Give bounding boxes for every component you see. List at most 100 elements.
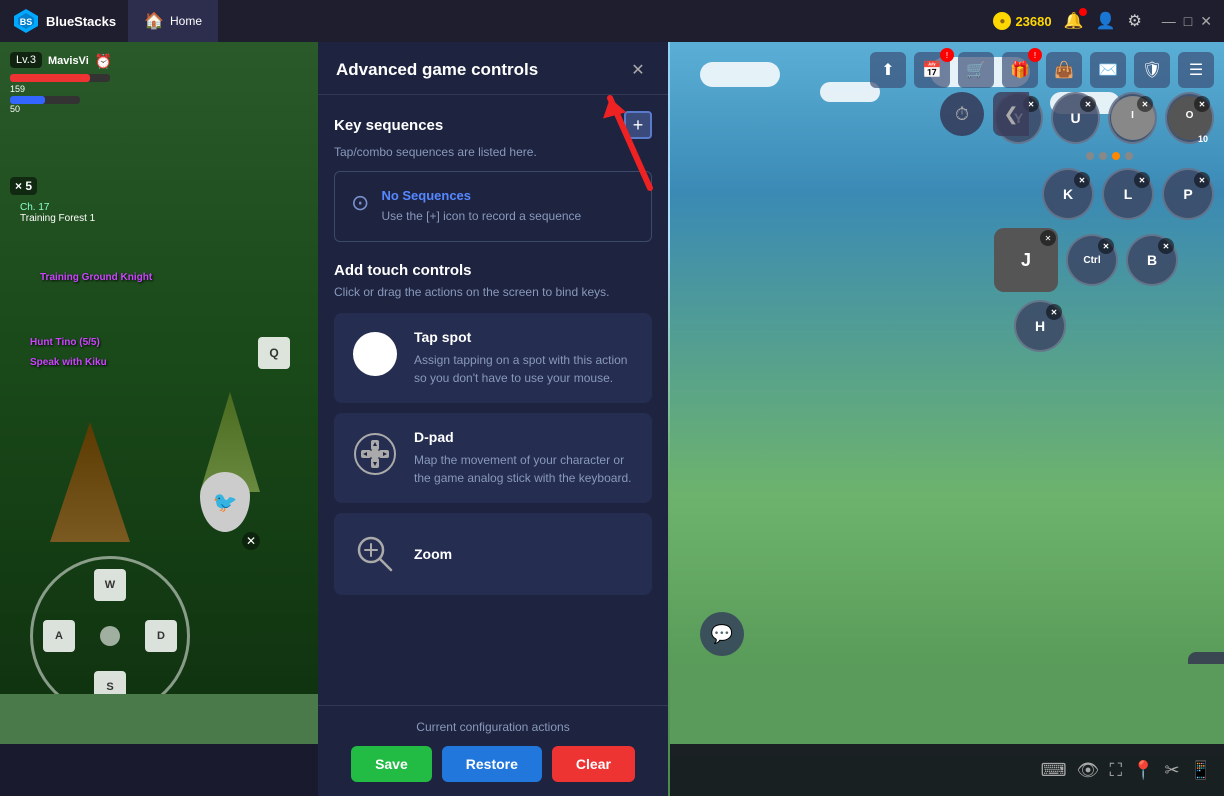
right-ground	[670, 664, 1224, 744]
gift-icon[interactable]: 🎁 !	[1002, 52, 1038, 88]
waypoint-icon[interactable]: ⬆	[870, 52, 906, 88]
shield-icon[interactable]: 🛡	[1134, 52, 1170, 88]
modal-title: Advanced game controls	[336, 60, 538, 80]
hp-value: 159	[10, 84, 112, 94]
b-key[interactable]: B ✕	[1126, 234, 1178, 286]
scissors-toolbar-icon[interactable]: ✂	[1164, 760, 1179, 781]
save-button[interactable]: Save	[351, 746, 432, 782]
tap-spot-icon	[350, 329, 400, 379]
minimize-btn[interactable]: —	[1162, 13, 1176, 29]
eye-toolbar-icon[interactable]: 👁	[1077, 760, 1100, 781]
a-key[interactable]: A	[43, 620, 75, 652]
j-key-close[interactable]: ✕	[1040, 230, 1056, 246]
dpad-name: D-pad	[414, 429, 636, 445]
dpad-control[interactable]: W A S D	[30, 556, 190, 716]
bell-notification-dot	[1079, 8, 1087, 16]
add-sequence-btn[interactable]: +	[624, 111, 652, 139]
window-controls: — □ ✕	[1162, 13, 1212, 30]
dpad-card[interactable]: D-pad Map the movement of your character…	[334, 413, 652, 503]
modal-footer: Current configuration actions Save Resto…	[318, 705, 668, 796]
o-key[interactable]: O ✕ 10	[1165, 92, 1214, 144]
zoom-icon	[350, 529, 400, 579]
chat-btn[interactable]: 💬	[700, 612, 744, 656]
top-bar: BS BlueStacks 🏠 Home ● 23680 🔔 👤 ⚙ — □ ✕	[0, 0, 1224, 42]
bag-icon[interactable]: 👜	[1046, 52, 1082, 88]
x-close-btn[interactable]: ✕	[242, 532, 260, 550]
modal-header: Advanced game controls ✕	[318, 42, 668, 95]
maximize-btn[interactable]: □	[1184, 13, 1192, 29]
dpad-center	[100, 626, 120, 646]
d-key[interactable]: D	[145, 620, 177, 652]
bird-character: 🐦	[200, 472, 250, 532]
mail-icon[interactable]: ✉️	[1090, 52, 1126, 88]
key-sequences-desc: Tap/combo sequences are listed here.	[334, 145, 652, 159]
npc1-label: Training Ground Knight	[40, 272, 152, 283]
ctrl-key[interactable]: Ctrl ✕	[1066, 234, 1118, 286]
j-label: J	[1021, 250, 1031, 271]
cart-icon[interactable]: 🛒	[958, 52, 994, 88]
footer-section-title: Current configuration actions	[336, 720, 650, 734]
k-key-close[interactable]: ✕	[1074, 172, 1090, 188]
expand-toolbar-icon[interactable]: ⛶	[1109, 760, 1122, 781]
restore-button[interactable]: Restore	[442, 746, 542, 782]
profile-icon[interactable]: 👤	[1096, 11, 1116, 31]
u-key-close[interactable]: ✕	[1080, 96, 1096, 112]
home-tab[interactable]: 🏠 Home	[128, 0, 218, 42]
key-row-2: K ✕ L ✕ P ✕	[994, 168, 1224, 220]
modal-close-btn[interactable]: ✕	[626, 58, 650, 82]
zoom-name: Zoom	[414, 546, 452, 562]
npc2-label: Hunt Tino (5/5)	[30, 337, 100, 348]
tap-spot-circle	[353, 332, 397, 376]
bell-icon[interactable]: 🔔	[1064, 11, 1084, 31]
b-key-close[interactable]: ✕	[1158, 238, 1174, 254]
key-row-4: H ✕	[994, 300, 1224, 352]
mp-value: 50	[10, 104, 112, 114]
k-key[interactable]: K ✕	[1042, 168, 1094, 220]
l-key-close[interactable]: ✕	[1134, 172, 1150, 188]
dpad-svg-icon	[353, 432, 397, 476]
q-key[interactable]: Q	[258, 337, 290, 369]
i-key[interactable]: I ✕	[1108, 92, 1157, 144]
location-toolbar-icon[interactable]: 📍	[1132, 760, 1154, 781]
key-sequences-header: Key sequences +	[334, 111, 652, 139]
bluestacks-logo-icon: BS	[12, 7, 40, 35]
key-sequences-title: Key sequences	[334, 117, 443, 134]
bottom-bar	[0, 744, 320, 796]
timer-btn[interactable]: ⏱	[940, 92, 984, 136]
i-key-close[interactable]: ✕	[1137, 96, 1153, 112]
j-key[interactable]: J ✕	[994, 228, 1058, 292]
zoom-card[interactable]: Zoom	[334, 513, 652, 595]
w-key[interactable]: W	[94, 569, 126, 601]
right-back-arrow[interactable]: ❮	[993, 92, 1029, 136]
location-info: Ch. 17 Training Forest 1	[20, 202, 95, 224]
app-title: BlueStacks	[46, 14, 116, 29]
dot-indicators	[994, 152, 1224, 160]
h-key[interactable]: H ✕	[1014, 300, 1066, 352]
home-tab-icon: 🏠	[144, 11, 164, 31]
footer-buttons: Save Restore Clear	[336, 746, 650, 782]
calendar-icon[interactable]: 📅 !	[914, 52, 950, 88]
dot4	[1125, 152, 1133, 160]
dot1	[1086, 152, 1094, 160]
clock-icon: ⏰	[95, 53, 112, 70]
u-key[interactable]: U ✕	[1051, 92, 1100, 144]
keyboard-toolbar-icon[interactable]: ⌨	[1041, 760, 1067, 781]
phone-toolbar-icon[interactable]: 📱	[1190, 760, 1212, 781]
touch-controls-desc: Click or drag the actions on the screen …	[334, 285, 652, 299]
dot3-active	[1112, 152, 1120, 160]
tree-decoration	[50, 422, 130, 542]
location-name: Training Forest 1	[20, 213, 95, 224]
h-key-close[interactable]: ✕	[1046, 304, 1062, 320]
p-key[interactable]: P ✕	[1162, 168, 1214, 220]
o-key-close[interactable]: ✕	[1194, 96, 1210, 112]
dpad-circle: W A S D	[30, 556, 190, 716]
settings-icon[interactable]: ⚙	[1127, 11, 1141, 31]
menu-icon[interactable]: ☰	[1178, 52, 1214, 88]
close-btn[interactable]: ✕	[1200, 13, 1212, 30]
tap-spot-card[interactable]: Tap spot Assign tapping on a spot with t…	[334, 313, 652, 403]
right-bottom-toolbar: ⌨ 👁 ⛶ 📍 ✂ 📱	[670, 744, 1224, 796]
clear-button[interactable]: Clear	[552, 746, 635, 782]
ctrl-key-close[interactable]: ✕	[1098, 238, 1114, 254]
p-key-close[interactable]: ✕	[1194, 172, 1210, 188]
l-key[interactable]: L ✕	[1102, 168, 1154, 220]
